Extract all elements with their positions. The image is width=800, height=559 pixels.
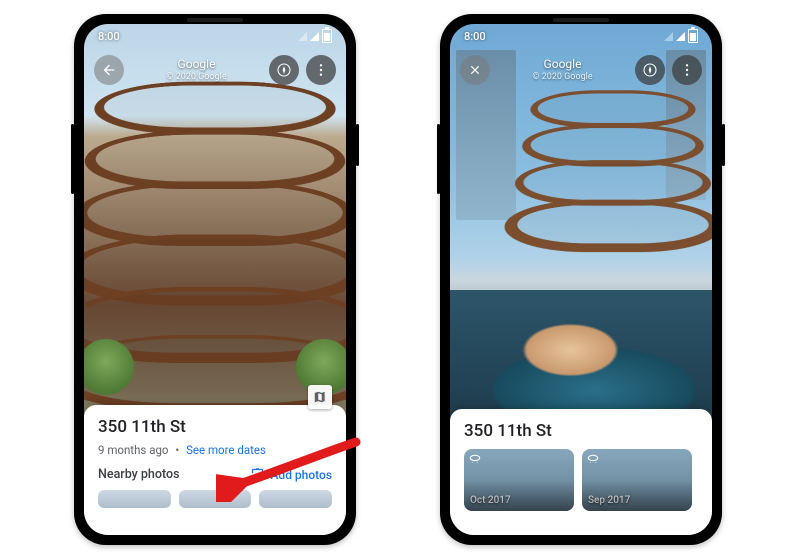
comparison-canvas: 8:00 Google © 2020 Google bbox=[0, 0, 800, 559]
android-status-bar: 8:00 bbox=[84, 24, 346, 48]
streetview-header: Google © 2020 Google bbox=[450, 50, 712, 90]
nearby-thumb[interactable] bbox=[259, 490, 332, 508]
minimap-button[interactable] bbox=[308, 385, 332, 409]
nearby-thumb[interactable] bbox=[98, 490, 171, 508]
close-icon bbox=[468, 63, 482, 77]
add-photo-icon bbox=[250, 467, 265, 482]
date-card[interactable]: Oct 2017 bbox=[464, 449, 574, 511]
attribution-title: Google bbox=[544, 57, 582, 71]
more-button[interactable] bbox=[306, 55, 336, 85]
phone-frame-right: 8:00 Google © 2020 Google bbox=[440, 14, 722, 545]
volume-button bbox=[71, 124, 74, 194]
add-photos-label: Add photos bbox=[270, 468, 332, 482]
streetview-360-icon bbox=[586, 453, 600, 467]
arrow-left-icon bbox=[101, 62, 117, 78]
more-vert-icon bbox=[313, 62, 329, 78]
capture-age: 9 months ago bbox=[98, 443, 168, 457]
compass-icon bbox=[276, 62, 292, 78]
nearby-thumb[interactable] bbox=[179, 490, 252, 508]
battery-icon bbox=[322, 29, 332, 43]
status-time: 8:00 bbox=[464, 30, 486, 43]
streetview-header: Google © 2020 Google bbox=[84, 50, 346, 90]
back-button[interactable] bbox=[94, 55, 124, 85]
capture-meta: 9 months ago • See more dates bbox=[98, 443, 332, 457]
address-title: 350 11th St bbox=[464, 421, 698, 441]
cell-signal-icon bbox=[676, 32, 685, 41]
date-label: Sep 2017 bbox=[588, 495, 630, 506]
cell-signal-icon bbox=[310, 32, 319, 41]
close-button[interactable] bbox=[460, 55, 490, 85]
address-title: 350 11th St bbox=[98, 417, 332, 437]
header-title: Google © 2020 Google bbox=[124, 58, 269, 82]
more-vert-icon bbox=[679, 62, 695, 78]
date-label: Oct 2017 bbox=[470, 495, 511, 506]
info-sheet[interactable]: 350 11th St 9 months ago • See more date… bbox=[84, 405, 346, 535]
phone-frame-left: 8:00 Google © 2020 Google bbox=[74, 14, 356, 545]
dates-carousel[interactable]: Oct 2017 Sep 2017 bbox=[464, 449, 698, 511]
power-button bbox=[356, 124, 359, 166]
power-button bbox=[722, 124, 725, 166]
compass-icon bbox=[642, 62, 658, 78]
attribution-copyright: © 2020 Google bbox=[124, 72, 269, 82]
date-card[interactable]: Sep 2017 bbox=[582, 449, 692, 511]
wifi-icon bbox=[664, 32, 673, 41]
status-time: 8:00 bbox=[98, 30, 120, 43]
see-more-dates-link[interactable]: See more dates bbox=[186, 443, 266, 457]
nearby-photos-label: Nearby photos bbox=[98, 467, 180, 482]
add-photos-button[interactable]: Add photos bbox=[250, 467, 332, 482]
nearby-thumbnails[interactable] bbox=[98, 490, 332, 508]
android-status-bar: 8:00 bbox=[450, 24, 712, 48]
compass-button[interactable] bbox=[635, 55, 665, 85]
more-button[interactable] bbox=[672, 55, 702, 85]
phone-screen-right: 8:00 Google © 2020 Google bbox=[450, 24, 712, 535]
phone-screen-left: 8:00 Google © 2020 Google bbox=[84, 24, 346, 535]
wifi-icon bbox=[298, 32, 307, 41]
attribution-title: Google bbox=[178, 57, 216, 71]
timeline-sheet[interactable]: 350 11th St Oct 2017 Sep 2017 bbox=[450, 409, 712, 535]
streetview-360-icon bbox=[468, 453, 482, 467]
attribution-copyright: © 2020 Google bbox=[490, 72, 635, 82]
map-icon bbox=[313, 390, 327, 404]
compass-button[interactable] bbox=[269, 55, 299, 85]
header-title: Google © 2020 Google bbox=[490, 58, 635, 82]
volume-button bbox=[437, 124, 440, 194]
separator-dot: • bbox=[171, 443, 183, 457]
battery-icon bbox=[688, 29, 698, 43]
